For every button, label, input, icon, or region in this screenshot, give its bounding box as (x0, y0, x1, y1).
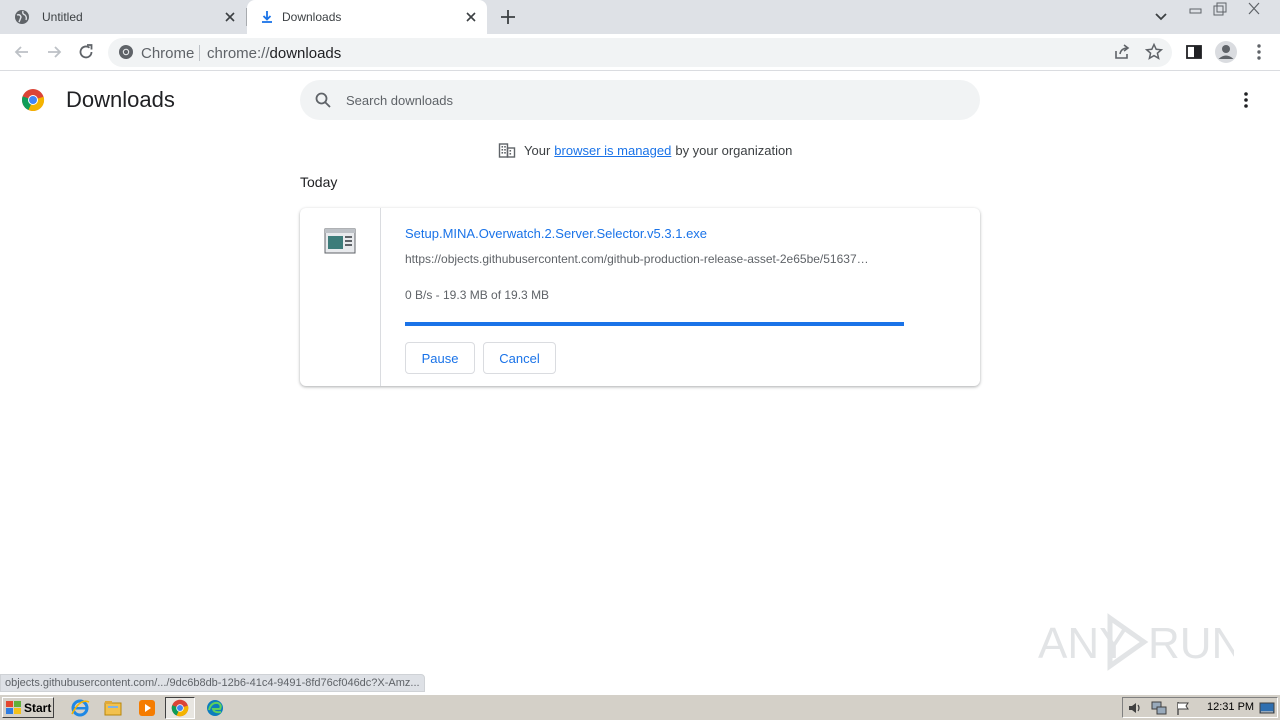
download-item-card: Setup.MINA.Overwatch.2.Server.Selector.v… (300, 208, 980, 386)
search-icon (315, 92, 331, 108)
chrome-logo-icon (22, 89, 45, 111)
tab-downloads[interactable]: Downloads (247, 0, 487, 34)
start-button[interactable]: Start (2, 697, 54, 718)
url-path: downloads (269, 45, 342, 62)
executable-file-icon (324, 228, 356, 254)
show-desktop-icon[interactable] (1259, 700, 1275, 716)
browser-toolbar: Chrome chrome://downloads (0, 34, 1280, 71)
url-scheme: chrome:// (207, 45, 270, 62)
media-player-icon[interactable] (137, 698, 157, 718)
chrome-icon (119, 45, 133, 59)
speaker-icon[interactable] (1127, 700, 1143, 716)
chevron-down-icon[interactable] (1153, 10, 1169, 24)
managed-suffix: by your organization (675, 142, 793, 158)
building-icon (498, 143, 516, 158)
windows-logo-icon (6, 700, 21, 714)
link-status-bubble: objects.githubusercontent.com/.../9dc6b8… (0, 674, 425, 692)
share-icon[interactable] (1112, 42, 1132, 62)
tab-strip: Untitled Downloads (0, 0, 1280, 34)
download-progress-bar (405, 322, 904, 326)
more-actions-icon[interactable] (1236, 90, 1256, 110)
network-icon[interactable] (1151, 700, 1167, 716)
progress-fill (405, 322, 904, 326)
close-icon[interactable] (463, 9, 479, 25)
new-tab-plus-icon[interactable] (499, 8, 517, 26)
taskbar-chrome-button[interactable] (165, 697, 195, 719)
anyrun-watermark-logo: ANY RUN (1038, 613, 1234, 671)
url-text: chrome://downloads (207, 45, 341, 62)
cancel-button[interactable]: Cancel (483, 342, 556, 374)
globe-icon (15, 10, 29, 24)
side-panel-icon[interactable] (1184, 42, 1204, 62)
minimize-icon[interactable] (1187, 2, 1205, 16)
section-heading-today: Today (300, 174, 338, 190)
managed-link[interactable]: browser is managed (554, 143, 671, 158)
download-source-url: https://objects.githubusercontent.com/gi… (405, 252, 869, 266)
edge-icon[interactable] (205, 698, 225, 718)
search-downloads[interactable] (300, 80, 980, 120)
back-arrow-icon[interactable] (12, 42, 32, 62)
window-close-icon[interactable] (1245, 2, 1263, 16)
file-icon-column (300, 208, 381, 386)
windows-taskbar: Start 12:31 PM (0, 694, 1280, 720)
restore-icon[interactable] (1211, 2, 1229, 16)
svg-text:RUN: RUN (1148, 619, 1234, 668)
pause-button[interactable]: Pause (405, 342, 475, 374)
site-label: Chrome (141, 45, 195, 62)
omnibox-separator (199, 45, 200, 61)
action-center-flag-icon[interactable] (1175, 700, 1191, 716)
download-status-text: 0 B/s - 19.3 MB of 19.3 MB (405, 288, 550, 302)
page-title: Downloads (66, 87, 175, 112)
profile-avatar-icon[interactable] (1214, 40, 1238, 64)
taskbar-clock[interactable]: 12:31 PM (1207, 701, 1254, 713)
tab-untitled[interactable]: Untitled (0, 0, 246, 34)
address-bar[interactable]: Chrome chrome://downloads (108, 38, 1172, 67)
managed-prefix: Your (524, 142, 551, 158)
search-input[interactable] (344, 89, 944, 111)
bookmark-star-icon[interactable] (1144, 42, 1164, 62)
reload-icon[interactable] (76, 42, 96, 62)
chrome-logo-icon (171, 699, 189, 717)
tab-label: Untitled (42, 10, 83, 24)
download-icon (262, 11, 272, 23)
close-icon[interactable] (222, 9, 238, 25)
managed-notice: Your browser is managed by your organiza… (498, 141, 792, 159)
chrome-menu-icon[interactable] (1249, 42, 1269, 62)
tab-label: Downloads (282, 10, 342, 24)
download-file-name-link[interactable]: Setup.MINA.Overwatch.2.Server.Selector.v… (405, 226, 707, 241)
file-explorer-icon[interactable] (103, 698, 123, 718)
internet-explorer-icon[interactable] (70, 698, 90, 718)
system-tray: 12:31 PM (1122, 697, 1278, 718)
start-label: Start (24, 700, 52, 715)
forward-arrow-icon[interactable] (44, 42, 64, 62)
